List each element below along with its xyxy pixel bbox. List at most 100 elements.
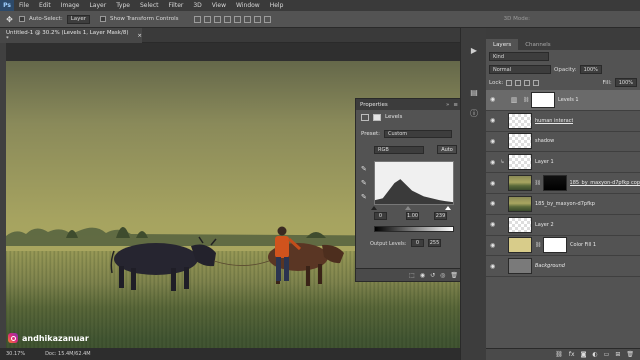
output-levels-gradient[interactable] <box>374 226 454 232</box>
levels-adjustment-icon[interactable] <box>361 113 369 121</box>
menu-view[interactable]: View <box>207 2 231 9</box>
align-middle-icon[interactable] <box>204 15 212 23</box>
move-tool-icon[interactable]: ✥ <box>4 14 15 25</box>
layer-mask-thumbnail[interactable] <box>543 237 567 254</box>
align-right-icon[interactable] <box>244 15 252 23</box>
visibility-eye-icon[interactable]: ◉ <box>490 117 497 124</box>
visibility-eye-icon[interactable]: ◉ <box>490 180 497 187</box>
collapse-panel-icon[interactable]: » <box>446 102 449 108</box>
menu-file[interactable]: File <box>14 2 34 9</box>
align-left-icon[interactable] <box>224 15 232 23</box>
layer-thumbnail[interactable] <box>508 112 532 129</box>
delete-adjustment-icon[interactable]: 🗑 <box>450 272 458 279</box>
visibility-eye-icon[interactable]: ◉ <box>490 263 497 270</box>
close-tab-icon[interactable]: × <box>137 33 142 39</box>
layer-row[interactable]: ◉ human interact <box>486 111 640 132</box>
align-center-icon[interactable] <box>234 15 242 23</box>
new-group-icon[interactable]: ▭ <box>604 351 610 358</box>
layer-thumbnail[interactable] <box>508 195 532 212</box>
chain-link-icon[interactable]: ⛓ <box>535 242 541 248</box>
channel-select[interactable]: RGB <box>374 145 424 154</box>
menu-image[interactable]: Image <box>56 2 85 9</box>
layer-mask-thumbnail[interactable] <box>542 175 567 192</box>
visibility-eye-icon[interactable]: ◉ <box>490 159 497 166</box>
layer-row[interactable]: ◉ ⛓ Color Fill 1 <box>486 236 640 257</box>
shadow-slider-handle[interactable] <box>371 206 377 210</box>
opacity-input[interactable]: 100% <box>579 65 602 74</box>
input-midtone-field[interactable]: 1.00 <box>406 212 419 220</box>
link-layers-icon[interactable]: ⛓ <box>555 351 563 358</box>
highlight-slider-handle[interactable] <box>445 206 451 210</box>
input-shadow-field[interactable]: 0 <box>374 212 387 220</box>
reset-icon[interactable]: ↺ <box>430 272 435 279</box>
layer-row[interactable]: ◉ Background <box>486 256 640 278</box>
white-point-eyedropper-icon[interactable]: ✎ <box>361 193 367 201</box>
history-icon[interactable]: ▤ <box>468 88 480 100</box>
auto-select-checkbox[interactable] <box>19 16 25 22</box>
auto-button[interactable]: Auto <box>437 145 457 154</box>
menu-type[interactable]: Type <box>111 2 135 9</box>
layer-row[interactable]: ◉ ▥ ⛓ Levels 1 <box>486 90 640 111</box>
blend-mode-select[interactable]: Normal <box>489 65 551 74</box>
layer-row[interactable]: ◉ 185_by_maxyon-d7pfkp <box>486 194 640 215</box>
layer-thumbnail[interactable] <box>508 154 532 171</box>
zoom-level[interactable]: 30.17% <box>6 351 25 357</box>
chain-link-icon[interactable]: ⛓ <box>523 97 529 103</box>
auto-select-dropdown[interactable]: Layer <box>66 14 91 24</box>
document-tab[interactable]: Untitled-1 @ 30.2% (Levels 1, Layer Mask… <box>0 28 142 43</box>
gray-point-eyedropper-icon[interactable]: ✎ <box>361 179 367 187</box>
visibility-eye-icon[interactable]: ◉ <box>490 200 497 207</box>
menu-help[interactable]: Help <box>265 2 289 9</box>
align-bottom-icon[interactable] <box>214 15 222 23</box>
menu-layer[interactable]: Layer <box>84 2 111 9</box>
view-previous-icon[interactable]: ◉ <box>420 272 425 279</box>
menu-window[interactable]: Window <box>231 2 265 9</box>
visibility-eye-icon[interactable]: ◉ <box>490 221 497 228</box>
mask-icon[interactable] <box>373 113 381 121</box>
new-layer-icon[interactable]: ⊞ <box>615 351 620 358</box>
layer-thumbnail[interactable] <box>508 258 532 275</box>
show-transform-checkbox[interactable] <box>100 16 107 22</box>
layer-row[interactable]: ◉ Layer 2 <box>486 215 640 236</box>
chain-link-icon[interactable]: ⛓ <box>535 180 541 186</box>
layer-row[interactable]: ◉ ↳ Layer 1 <box>486 152 640 174</box>
layer-row[interactable]: ◉ shadow <box>486 132 640 153</box>
menu-select[interactable]: Select <box>135 2 164 9</box>
output-low-field[interactable]: 0 <box>411 239 424 247</box>
layer-thumbnail[interactable] <box>508 133 532 150</box>
input-levels-slider[interactable] <box>371 206 454 210</box>
tab-channels[interactable]: Channels <box>518 39 557 50</box>
new-adjustment-icon[interactable]: ◐ <box>592 351 597 358</box>
layer-row[interactable]: ◉ ⛓ 185_by_maxyon-d7pfkp copy <box>486 173 640 194</box>
lock-pixels-icon[interactable] <box>506 79 513 86</box>
lock-position-icon[interactable] <box>524 79 531 86</box>
output-high-field[interactable]: 255 <box>428 239 441 247</box>
delete-layer-icon[interactable]: 🗑 <box>626 351 634 358</box>
layer-thumbnail[interactable] <box>508 237 532 254</box>
input-highlight-field[interactable]: 239 <box>434 212 447 220</box>
layer-mask-thumbnail[interactable] <box>531 91 555 108</box>
distribute-alt-icon[interactable] <box>264 15 272 23</box>
add-mask-icon[interactable]: ◙ <box>581 351 587 358</box>
play-action-icon[interactable]: ▶ <box>468 46 480 58</box>
menu-filter[interactable]: Filter <box>164 2 189 9</box>
info-icon[interactable]: ⓘ <box>468 108 480 120</box>
distribute-icon[interactable] <box>254 15 262 23</box>
visibility-icon[interactable]: ◎ <box>440 272 445 279</box>
menu-3d[interactable]: 3D <box>188 2 206 9</box>
preset-select[interactable]: Custom <box>384 130 453 138</box>
clip-to-layer-icon[interactable]: ⬚ <box>409 272 415 279</box>
lock-image-icon[interactable] <box>515 79 522 86</box>
layer-thumbnail[interactable] <box>508 216 532 233</box>
align-top-icon[interactable] <box>194 15 202 23</box>
layer-kind-filter[interactable]: Kind <box>489 52 549 61</box>
midtone-slider-handle[interactable] <box>405 206 411 210</box>
visibility-eye-icon[interactable]: ◉ <box>490 242 497 249</box>
fill-input[interactable]: 100% <box>614 78 637 87</box>
visibility-eye-icon[interactable]: ◉ <box>490 96 497 103</box>
menu-edit[interactable]: Edit <box>34 2 56 9</box>
visibility-eye-icon[interactable]: ◉ <box>490 138 497 145</box>
panel-menu-icon[interactable]: ≡ <box>453 102 458 108</box>
black-point-eyedropper-icon[interactable]: ✎ <box>361 165 367 173</box>
fx-icon[interactable]: fx <box>569 351 575 358</box>
